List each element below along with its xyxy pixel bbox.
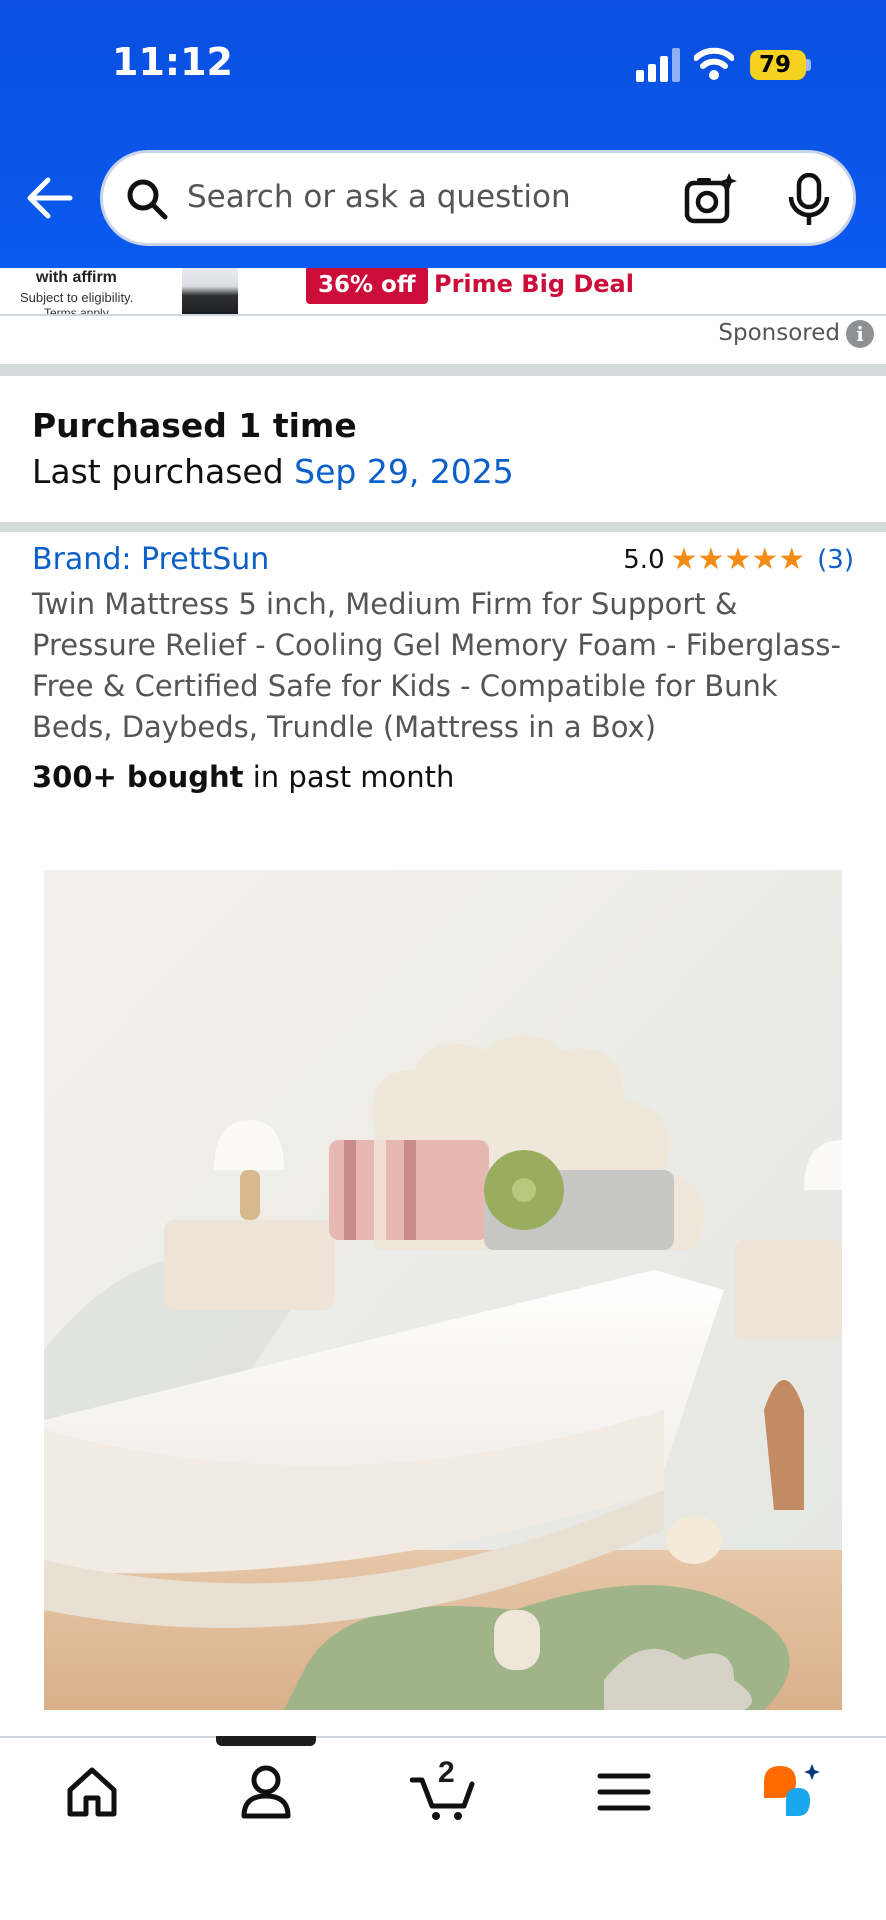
rating-value: 5.0 — [623, 545, 665, 575]
rating-summary[interactable]: 5.0 ★ ★ ★ ★ ★ (3) — [623, 542, 854, 578]
rufus-assistant-icon[interactable] — [762, 1762, 822, 1822]
last-purchased: Last purchased Sep 29, 2025 — [32, 452, 514, 491]
ad-affirm-text: with affirm — [36, 269, 117, 286]
bought-period: in past month — [243, 760, 455, 794]
purchase-count: Purchased 1 time — [32, 406, 357, 445]
rating-count-link[interactable]: (3) — [817, 545, 854, 575]
battery-cap — [806, 59, 811, 71]
deal-label: Prime Big Deal — [434, 270, 634, 298]
menu-icon[interactable] — [594, 1762, 654, 1822]
star-icon: ★ — [724, 542, 752, 577]
last-purchased-date-link[interactable]: Sep 29, 2025 — [294, 452, 514, 491]
product-title: Twin Mattress 5 inch, Medium Firm for Su… — [32, 587, 841, 744]
cellular-signal-icon — [636, 48, 680, 82]
ad-terms-text: Terms apply — [44, 306, 109, 316]
brand-link[interactable]: Brand: PrettSun — [32, 542, 269, 577]
cart-count-badge: 2 — [438, 1756, 455, 1789]
home-icon[interactable] — [62, 1762, 122, 1822]
search-input[interactable]: Search or ask a question — [187, 179, 571, 215]
section-divider — [0, 522, 886, 532]
battery-level: 79 — [758, 52, 791, 78]
wifi-icon — [694, 47, 734, 80]
microphone-icon[interactable] — [787, 173, 831, 227]
star-rating: ★ ★ ★ ★ ★ — [671, 545, 806, 575]
home-indicator — [216, 1736, 316, 1746]
section-divider — [0, 364, 886, 376]
bought-in-past-month: 300+ bought in past month — [32, 760, 454, 794]
status-time: 11:12 — [112, 40, 233, 84]
account-icon[interactable] — [236, 1762, 296, 1822]
star-icon: ★ — [670, 542, 698, 577]
ad-product-image — [182, 268, 238, 314]
ad-eligibility-text: Subject to eligibility. — [20, 290, 134, 305]
sponsored-label: Sponsored — [718, 320, 840, 346]
product-image[interactable] — [44, 870, 842, 1710]
star-icon: ★ — [751, 542, 779, 577]
camera-lens-icon[interactable] — [683, 171, 739, 227]
last-purchased-label: Last purchased — [32, 452, 295, 491]
star-icon: ★ — [778, 542, 806, 577]
bought-count: 300+ bought — [32, 760, 244, 794]
search-icon — [127, 179, 168, 220]
discount-badge: 36% off — [306, 268, 428, 304]
sponsored-ad-banner[interactable]: with affirm Subject to eligibility. Term… — [0, 268, 886, 316]
search-bar[interactable]: Search or ask a question — [100, 150, 856, 246]
info-icon[interactable]: i — [846, 320, 874, 348]
back-arrow-icon[interactable] — [26, 176, 74, 220]
star-icon: ★ — [697, 542, 725, 577]
